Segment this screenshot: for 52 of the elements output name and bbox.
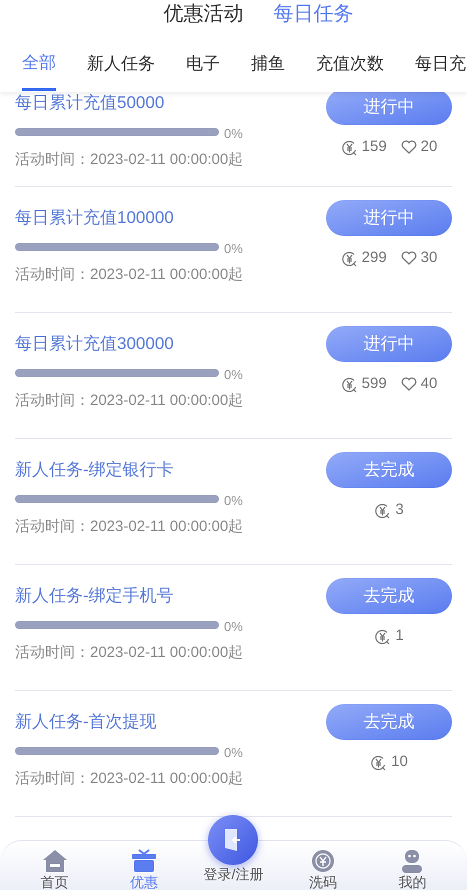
yen-coin-icon <box>340 250 358 267</box>
like-count: 30 <box>420 248 438 268</box>
task-title: 新人任务-绑定银行卡 <box>15 459 174 481</box>
header-tab[interactable]: 每日任务 <box>274 1 354 27</box>
heart-icon <box>400 251 417 266</box>
yen-coin-icon <box>340 376 358 393</box>
coin-count: 1 <box>395 626 404 646</box>
progress-percent: 0% <box>224 366 243 384</box>
nav-tab[interactable]: 我的 <box>372 849 452 890</box>
yen-coin-icon <box>374 502 392 519</box>
category-tab[interactable]: 电子 <box>186 49 220 91</box>
activity-time: 活动时间：2023-02-11 00:00:00起 <box>15 642 244 662</box>
activity-time: 活动时间：2023-02-11 00:00:00起 <box>15 516 244 536</box>
coin-count: 159 <box>362 137 387 157</box>
task-title: 每日累计充值50000 <box>15 92 164 114</box>
user-icon <box>400 849 424 873</box>
category-tab[interactable]: 全部 <box>22 49 56 91</box>
yen-coin-icon <box>374 628 392 645</box>
task-title: 新人任务-首次提现 <box>15 711 157 733</box>
coin-count: 299 <box>362 248 387 268</box>
category-tab[interactable]: 每日充 <box>415 49 466 91</box>
task-title: 新人任务-绑定手机号 <box>15 585 174 607</box>
nav-tab[interactable]: 首页 <box>14 849 95 890</box>
nav-tab[interactable]: 洗码 <box>282 849 363 890</box>
gift-icon <box>131 849 158 873</box>
poker-chip-icon <box>310 849 335 873</box>
task-title: 每日累计充值300000 <box>15 333 174 355</box>
progress-percent: 0% <box>224 240 243 258</box>
header-tab[interactable]: 优惠活动 <box>164 1 244 27</box>
heart-icon <box>400 140 417 154</box>
activity-time: 活动时间：2023-02-11 00:00:00起 <box>15 768 244 788</box>
like-count: 40 <box>420 374 438 394</box>
progress-percent: 0% <box>224 492 243 510</box>
progress-percent: 0% <box>224 618 243 636</box>
task-title: 每日累计充值100000 <box>15 207 174 229</box>
activity-time: 活动时间：2023-02-11 00:00:00起 <box>15 390 244 410</box>
yen-coin-icon <box>340 138 358 156</box>
progress-percent: 0% <box>224 744 243 762</box>
home-icon <box>42 849 68 873</box>
activity-time: 活动时间：2023-02-11 00:00:00起 <box>15 150 244 170</box>
coin-count: 3 <box>395 500 404 520</box>
activity-time: 活动时间：2023-02-11 00:00:00起 <box>15 264 244 284</box>
heart-icon <box>400 377 417 392</box>
like-count: 20 <box>420 137 438 157</box>
category-tab[interactable]: 新人任务 <box>87 49 155 91</box>
category-tab[interactable]: 捕鱼 <box>251 49 285 91</box>
yen-coin-icon <box>370 754 388 771</box>
coin-count: 599 <box>362 374 387 394</box>
progress-percent: 0% <box>224 125 243 143</box>
nav-tab[interactable]: 登录/注册 <box>193 815 274 882</box>
category-tab[interactable]: 充值次数 <box>316 49 384 91</box>
coin-count: 10 <box>391 752 408 772</box>
